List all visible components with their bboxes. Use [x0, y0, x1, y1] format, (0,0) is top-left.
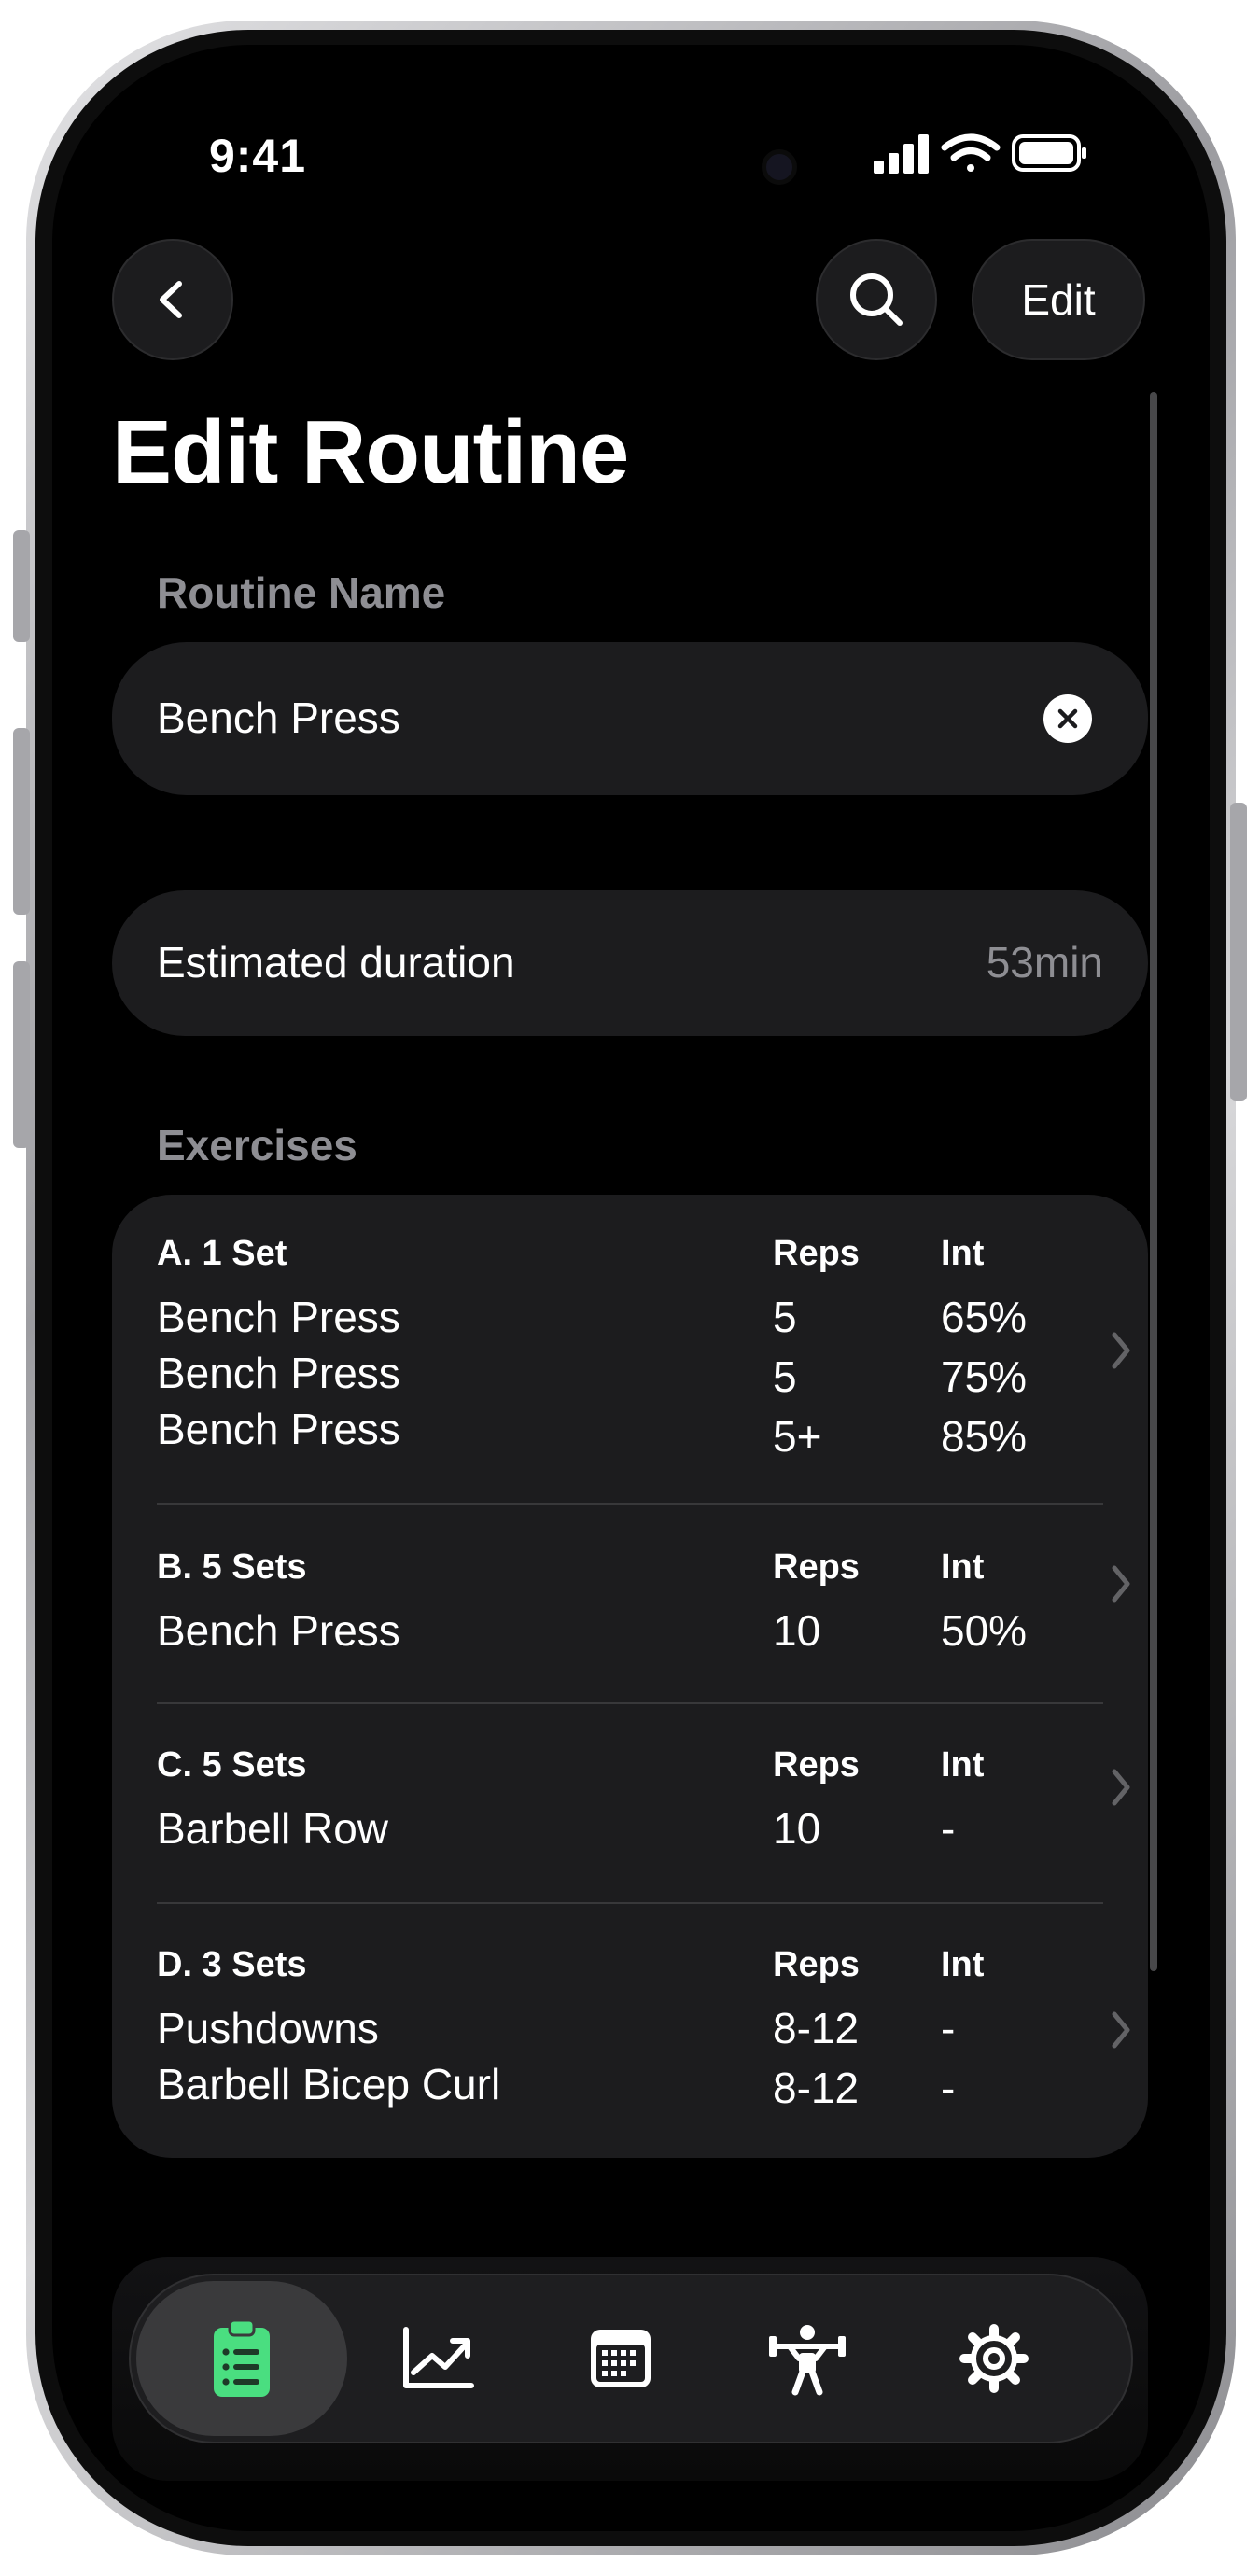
clear-circle-icon: [1057, 708, 1078, 729]
power-button: [1230, 803, 1247, 1101]
chevron-right-icon: [1112, 1565, 1130, 1603]
exercise-intensity: 75%: [941, 1352, 1028, 1401]
set-label: A. 1 Set: [157, 1234, 287, 1273]
phone-screen: 9:41 Edit Edit Routine Routine Name Benc…: [52, 45, 1210, 2531]
row-divider: [157, 1503, 1103, 1505]
tab-bar: [129, 2274, 1133, 2443]
exercises-card: A. 1 Set Reps Int Bench Press Bench Pres…: [112, 1195, 1148, 2158]
exercise-intensity: -: [941, 2064, 956, 2112]
page-title: Edit Routine: [112, 402, 629, 502]
reps-header: Reps: [773, 1547, 860, 1587]
clipboard-list-icon: [214, 2318, 270, 2397]
gear-icon: [959, 2324, 1029, 2393]
int-header: Int: [941, 1945, 985, 1984]
int-header: Int: [941, 1234, 985, 1273]
exercise-reps: 5: [773, 1293, 797, 1341]
chevron-right-icon: [1112, 1332, 1130, 1369]
wifi-icon: [941, 133, 1001, 172]
exercise-name: Bench Press: [157, 1293, 400, 1341]
tab-progress[interactable]: [368, 2275, 508, 2442]
duration-value: 53min: [986, 938, 1103, 987]
weightlifter-icon: [769, 2325, 846, 2396]
tab-settings[interactable]: [924, 2275, 1064, 2442]
row-divider: [157, 1902, 1103, 1904]
calendar-icon: [591, 2330, 651, 2387]
exercise-intensity: -: [941, 1804, 956, 1853]
chart-trend-icon: [403, 2327, 474, 2388]
tab-routines[interactable]: [136, 2275, 347, 2442]
int-header: Int: [941, 1745, 985, 1785]
dynamic-island: [458, 101, 804, 203]
status-time: 9:41: [208, 130, 307, 182]
set-label: B. 5 Sets: [157, 1547, 307, 1587]
exercise-reps: 8-12: [773, 2064, 860, 2112]
back-button[interactable]: [112, 239, 233, 360]
reps-header: Reps: [773, 1945, 860, 1984]
status-icons: [874, 133, 1086, 174]
exercise-reps: 5+: [773, 1412, 822, 1461]
exercise-name: Bench Press: [157, 1349, 400, 1397]
tab-exercises[interactable]: [737, 2275, 877, 2442]
chevron-right-icon: [1112, 2011, 1130, 2049]
duration-row[interactable]: Estimated duration 53min: [112, 890, 1148, 1036]
reps-header: Reps: [773, 1234, 860, 1273]
exercise-name: Pushdowns: [157, 2004, 379, 2052]
exercise-group-d[interactable]: D. 3 Sets Reps Int Pushdowns Barbell Bic…: [157, 1945, 1130, 2132]
set-label: C. 5 Sets: [157, 1745, 307, 1785]
exercise-reps: 10: [773, 1804, 821, 1853]
exercise-name: Bench Press: [157, 1405, 400, 1453]
battery-icon: [1012, 134, 1086, 172]
chevron-right-icon: [1112, 1769, 1130, 1806]
int-header: Int: [941, 1547, 985, 1587]
exercise-reps: 8-12: [773, 2004, 860, 2052]
exercise-group-b[interactable]: B. 5 Sets Reps Int Bench Press 10 50%: [157, 1547, 1130, 1687]
scrollbar[interactable]: [1150, 392, 1157, 1971]
search-button[interactable]: [816, 239, 937, 360]
routine-name-label: Routine Name: [157, 568, 446, 617]
exercise-group-c[interactable]: C. 5 Sets Reps Int Barbell Row 10 -: [157, 1745, 1130, 1885]
exercise-name: Barbell Row: [157, 1804, 388, 1853]
exercise-reps: 5: [773, 1352, 797, 1401]
volume-down-button: [13, 961, 30, 1148]
action-button: [13, 530, 30, 642]
clear-button[interactable]: [1043, 694, 1092, 743]
routine-name-field[interactable]: Bench Press: [112, 642, 1148, 795]
row-divider: [157, 1702, 1103, 1704]
set-label: D. 3 Sets: [157, 1945, 307, 1984]
search-icon: [850, 273, 903, 326]
exercise-reps: 10: [773, 1606, 821, 1655]
exercise-name: Barbell Bicep Curl: [157, 2060, 501, 2108]
exercise-intensity: 50%: [941, 1606, 1028, 1655]
reps-header: Reps: [773, 1745, 860, 1785]
exercise-intensity: 85%: [941, 1412, 1028, 1461]
exercise-intensity: -: [941, 2004, 956, 2052]
exercise-intensity: 65%: [941, 1293, 1028, 1341]
duration-label: Estimated duration: [157, 938, 515, 987]
cellular-signal-icon: [874, 134, 929, 174]
front-camera: [762, 149, 797, 185]
tab-calendar[interactable]: [551, 2275, 691, 2442]
exercise-name: Bench Press: [157, 1606, 400, 1655]
chevron-left-icon: [160, 281, 182, 318]
exercise-group-a[interactable]: A. 1 Set Reps Int Bench Press Bench Pres…: [157, 1234, 1130, 1486]
exercises-label: Exercises: [157, 1121, 357, 1169]
volume-up-button: [13, 728, 30, 915]
edit-button[interactable]: Edit: [972, 239, 1145, 360]
routine-name-input[interactable]: Bench Press: [157, 693, 400, 743]
